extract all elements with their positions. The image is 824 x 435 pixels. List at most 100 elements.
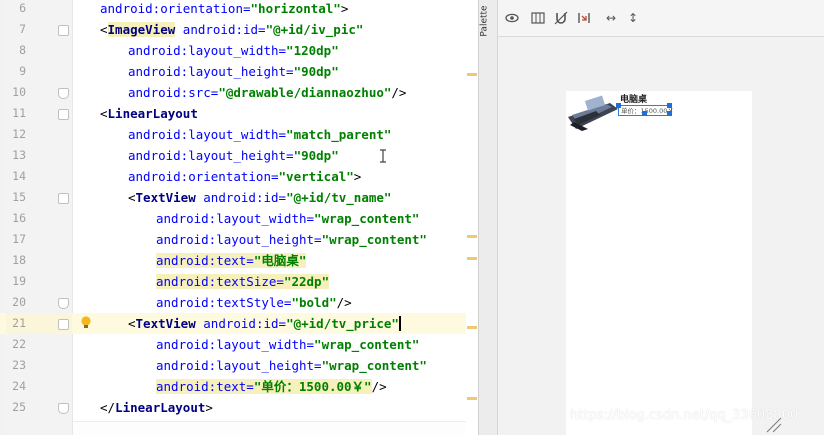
infer-constraints-icon[interactable] bbox=[576, 10, 592, 26]
lightbulb-icon[interactable] bbox=[80, 315, 92, 330]
fold-toggle-icon[interactable] bbox=[58, 193, 69, 204]
code-line[interactable]: 14 android:orientation="vertical"> bbox=[0, 166, 478, 187]
editor-scrollbar[interactable] bbox=[466, 0, 478, 435]
code-token: "单价：1500.00￥" bbox=[253, 379, 372, 394]
computer-desk-image[interactable] bbox=[566, 95, 618, 133]
code-token: /> bbox=[391, 85, 407, 100]
code-text: <TextView android:id="@+id/tv_price" bbox=[128, 313, 401, 334]
fold-toggle-icon[interactable] bbox=[58, 109, 69, 120]
code-token: "@+id/iv_pic" bbox=[265, 22, 364, 37]
magnet-icon[interactable] bbox=[553, 10, 569, 26]
palette-side-tab[interactable]: Palette bbox=[479, 0, 498, 435]
code-token: android:layout_width= bbox=[128, 43, 287, 58]
code-token: "match_parent" bbox=[286, 127, 392, 142]
code-line[interactable]: 19 android:textSize="22dp" bbox=[0, 271, 478, 292]
fold-toggle-icon[interactable] bbox=[58, 403, 69, 414]
code-line[interactable]: 18 android:text="电脑桌" bbox=[0, 250, 478, 271]
code-token: android:layout_width= bbox=[128, 127, 287, 142]
selection-handle[interactable] bbox=[642, 111, 647, 116]
code-token: android:textSize= bbox=[156, 274, 284, 289]
line-number: 23 bbox=[12, 358, 26, 372]
code-token: /> bbox=[336, 295, 352, 310]
code-text: android:layout_height="wrap_content" bbox=[156, 355, 427, 376]
code-line[interactable]: 20 android:textStyle="bold"/> bbox=[0, 292, 478, 313]
code-line[interactable]: 25 </LinearLayout> bbox=[0, 397, 478, 418]
code-line[interactable]: 13 android:layout_height="90dp" bbox=[0, 145, 478, 166]
line-number: 15 bbox=[12, 190, 26, 204]
code-token: android:id= bbox=[195, 316, 287, 331]
code-line[interactable]: 6 android:orientation="horizontal"> bbox=[0, 0, 478, 19]
code-line[interactable]: 11 <LinearLayout bbox=[0, 103, 478, 124]
fold-toggle-icon[interactable] bbox=[58, 88, 69, 99]
code-token: > bbox=[353, 169, 362, 184]
code-token: android:layout_width= bbox=[156, 211, 315, 226]
scroll-marker[interactable] bbox=[467, 397, 477, 400]
scroll-marker[interactable] bbox=[467, 257, 477, 260]
blueprint-icon[interactable] bbox=[530, 10, 546, 26]
code-text: android:layout_height="wrap_content" bbox=[156, 229, 427, 250]
code-line[interactable]: 23 android:layout_height="wrap_content" bbox=[0, 355, 478, 376]
code-text: android:layout_height="90dp" bbox=[128, 145, 339, 166]
code-token: < bbox=[128, 190, 136, 205]
selection-handle[interactable] bbox=[667, 111, 672, 116]
fold-toggle-icon[interactable] bbox=[58, 298, 69, 309]
tag-breadcrumb-bar bbox=[73, 421, 478, 435]
text-cursor-icon bbox=[380, 149, 386, 163]
item-name-text[interactable]: 电脑桌 bbox=[620, 92, 647, 105]
scroll-marker[interactable] bbox=[467, 73, 477, 76]
selection-handle[interactable] bbox=[667, 103, 672, 108]
selection-handle[interactable] bbox=[616, 103, 621, 108]
design-preview-pane: ↔ ↕ 电脑桌 单价：1500.00￥ bbox=[498, 0, 824, 435]
code-token: android:orientation= bbox=[128, 169, 279, 184]
code-token: android:layout_height= bbox=[156, 232, 322, 247]
code-text: android:orientation="horizontal"> bbox=[100, 0, 348, 19]
code-line[interactable]: 8 android:layout_width="120dp" bbox=[0, 40, 478, 61]
code-line[interactable]: 17 android:layout_height="wrap_content" bbox=[0, 229, 478, 250]
code-token: "90dp" bbox=[293, 64, 339, 79]
code-token: "22dp" bbox=[283, 274, 330, 289]
expand-horizontal-icon[interactable]: ↔ bbox=[603, 10, 619, 26]
code-token: "电脑桌" bbox=[253, 253, 307, 268]
line-number: 13 bbox=[12, 148, 26, 162]
code-line[interactable]: 9 android:layout_height="90dp" bbox=[0, 61, 478, 82]
code-text: android:textStyle="bold"/> bbox=[156, 292, 352, 313]
code-line[interactable]: 15 <TextView android:id="@+id/tv_name" bbox=[0, 187, 478, 208]
code-token: TextView bbox=[135, 190, 196, 205]
code-token: "wrap_content" bbox=[314, 337, 420, 352]
code-token: "120dp" bbox=[286, 43, 339, 58]
code-token: android:layout_height= bbox=[128, 148, 294, 163]
expand-vertical-icon[interactable]: ↕ bbox=[625, 10, 641, 26]
line-number: 20 bbox=[12, 295, 26, 309]
code-token: "wrap_content" bbox=[321, 232, 427, 247]
line-number: 12 bbox=[12, 127, 26, 141]
scroll-marker[interactable] bbox=[467, 235, 477, 238]
design-toolbar: ↔ ↕ bbox=[498, 0, 824, 37]
code-token: LinearLayout bbox=[115, 400, 206, 415]
code-text: android:text="单价：1500.00￥"/> bbox=[156, 376, 387, 397]
line-number: 6 bbox=[19, 1, 26, 15]
code-text: android:layout_width="match_parent" bbox=[128, 124, 391, 145]
code-token: < bbox=[100, 22, 108, 37]
fold-toggle-icon[interactable] bbox=[58, 25, 69, 36]
eye-icon[interactable] bbox=[504, 10, 520, 26]
code-line[interactable]: 12 android:layout_width="match_parent" bbox=[0, 124, 478, 145]
line-number: 11 bbox=[12, 106, 26, 120]
code-line[interactable]: 21 <TextView android:id="@+id/tv_price" bbox=[0, 313, 478, 334]
code-line[interactable]: 10 android:src="@drawable/diannaozhuo"/> bbox=[0, 82, 478, 103]
code-line[interactable]: 24 android:text="单价：1500.00￥"/> bbox=[0, 376, 478, 397]
code-token: "wrap_content" bbox=[314, 211, 420, 226]
code-token: ImageView bbox=[107, 22, 176, 37]
text-caret bbox=[398, 316, 401, 331]
fold-toggle-icon[interactable] bbox=[58, 319, 69, 330]
code-token: "@+id/tv_price" bbox=[286, 316, 399, 331]
code-line[interactable]: 22 android:layout_width="wrap_content" bbox=[0, 334, 478, 355]
xml-code-editor[interactable]: 6 android:orientation="horizontal"> 7 <Imag… bbox=[0, 0, 478, 435]
code-text: <TextView android:id="@+id/tv_name" bbox=[128, 187, 391, 208]
code-token: android:src= bbox=[128, 85, 219, 100]
item-price-text: 单价：1500.00￥ bbox=[621, 107, 674, 115]
line-number: 18 bbox=[12, 253, 26, 267]
scroll-marker[interactable] bbox=[467, 326, 477, 329]
code-line[interactable]: 7 <ImageView android:id="@+id/iv_pic" bbox=[0, 19, 478, 40]
code-line[interactable]: 16 android:layout_width="wrap_content" bbox=[0, 208, 478, 229]
line-number: 8 bbox=[19, 43, 26, 57]
